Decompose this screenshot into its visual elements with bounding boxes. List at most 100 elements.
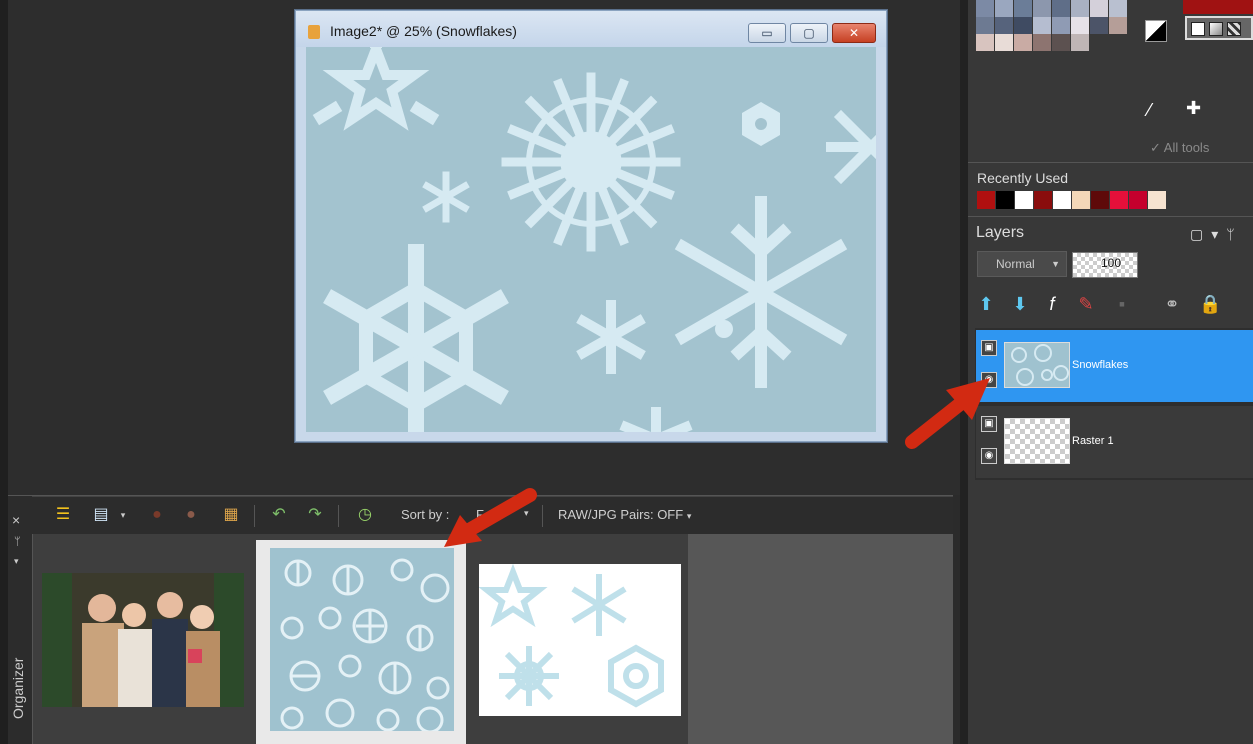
organizer-label[interactable]: Organizer	[10, 639, 26, 719]
recent-color-swatch[interactable]	[1129, 191, 1147, 209]
recent-color-swatch[interactable]	[1148, 191, 1166, 209]
annotation-arrow-layer	[905, 378, 990, 449]
image-window-titlebar[interactable]: Image2* @ 25% (Snowflakes) ▭ ▢ ✕	[296, 11, 886, 47]
divider	[338, 505, 339, 527]
organizer-side-tab: × ᛘ ▾ Organizer	[8, 496, 32, 744]
snowflakes-thumbnail[interactable]	[270, 548, 454, 731]
solid-icon	[1191, 22, 1205, 36]
palette-swatch[interactable]	[995, 0, 1013, 17]
recently-used-label: Recently Used	[977, 170, 1069, 186]
link-icon[interactable]: ⚭	[1161, 291, 1183, 317]
recent-color-swatch[interactable]	[1091, 191, 1109, 209]
rotate-right-icon[interactable]: ↷	[304, 504, 326, 526]
palette-swatch[interactable]	[1071, 0, 1089, 17]
time-machine-icon[interactable]: ◷	[354, 504, 376, 526]
material-selector[interactable]	[1185, 16, 1253, 40]
palette-swatch[interactable]	[1014, 17, 1032, 34]
annotation-arrow-organizer	[444, 488, 537, 547]
blend-mode-value: Normal	[996, 257, 1035, 271]
palette-swatch[interactable]	[1014, 0, 1032, 17]
maximize-button[interactable]: ▢	[790, 23, 828, 43]
palette-swatch[interactable]	[1109, 17, 1127, 34]
all-tools-label: All tools	[1163, 140, 1210, 155]
palette-swatch[interactable]	[1109, 0, 1127, 17]
palette-swatch[interactable]	[1033, 0, 1051, 17]
palette-swatch[interactable]	[1052, 0, 1070, 17]
add-icon[interactable]: ✚	[1186, 98, 1201, 119]
image-window[interactable]: Image2* @ 25% (Snowflakes) ▭ ▢ ✕	[295, 10, 887, 442]
layers-panel-controls[interactable]: ▢▾ᛘ	[1190, 226, 1243, 243]
layer-name: Snowflakes	[1072, 359, 1129, 371]
image-canvas[interactable]	[306, 47, 876, 432]
chevron-down-icon[interactable]: ▾	[14, 556, 19, 567]
chevron-down-icon[interactable]: ▾	[112, 504, 134, 526]
palette-swatch[interactable]	[976, 17, 994, 34]
details-view-icon[interactable]: ▤	[90, 504, 112, 526]
gradient-icon	[1209, 22, 1223, 36]
close-icon: ✕	[848, 26, 860, 40]
swap-colors-icon[interactable]	[1145, 20, 1167, 42]
layer-thumbnail	[1004, 342, 1070, 388]
move-layer-down-icon[interactable]: ⬇	[1009, 291, 1031, 317]
palette-swatch[interactable]	[976, 34, 994, 51]
print-icon[interactable]: ▦	[220, 504, 242, 526]
app-icon	[308, 25, 320, 39]
recent-color-swatch[interactable]	[1053, 191, 1071, 209]
layer-name: Raster 1	[1072, 435, 1114, 447]
recent-color-swatch[interactable]	[977, 191, 995, 209]
blend-mode-select[interactable]: Normal ▼	[977, 251, 1067, 277]
palette-swatch[interactable]	[995, 34, 1013, 51]
family-photo-thumbnail[interactable]	[42, 573, 244, 707]
move-layer-up-icon[interactable]: ⬆	[975, 291, 997, 317]
palette-swatch[interactable]	[1052, 34, 1070, 51]
palette-swatch[interactable]	[1090, 0, 1108, 17]
palette-swatch[interactable]	[1033, 17, 1051, 34]
recent-color-swatch[interactable]	[1072, 191, 1090, 209]
divider	[968, 162, 1253, 163]
palette-swatch[interactable]	[1014, 34, 1032, 51]
opacity-field[interactable]: 100	[1072, 252, 1138, 278]
divider	[254, 505, 255, 527]
palette-swatch[interactable]	[1052, 17, 1070, 34]
untag-icon[interactable]: ●	[180, 504, 202, 526]
divider	[968, 216, 1253, 217]
layer-row[interactable]: ▣ ◉ Raster 1	[976, 406, 1253, 478]
minimize-icon: ▭	[761, 26, 773, 40]
snowflake-shapes-thumbnail[interactable]	[479, 564, 681, 716]
palette-swatch[interactable]	[995, 17, 1013, 34]
all-tools-checkbox[interactable]: ✓ All tools	[1150, 140, 1209, 156]
palette-swatch[interactable]	[976, 0, 994, 17]
minimize-button[interactable]: ▭	[748, 23, 786, 43]
close-button[interactable]: ✕	[832, 23, 876, 43]
raw-jpg-pairs-toggle[interactable]: RAW/JPG Pairs: OFF ▾	[558, 507, 691, 522]
recent-color-swatch[interactable]	[996, 191, 1014, 209]
layer-type-icon: ▣	[981, 340, 997, 356]
layers-title: Layers	[976, 224, 1025, 241]
tag-icon[interactable]: ●	[146, 504, 168, 526]
palette-swatch[interactable]	[1071, 17, 1089, 34]
pin-icon[interactable]: ᛘ	[14, 536, 21, 548]
foreground-color[interactable]	[1183, 0, 1253, 14]
snowflake-artwork	[312, 47, 876, 432]
layer-brush-icon[interactable]: ✎	[1075, 291, 1097, 317]
rotate-left-icon[interactable]: ↶	[268, 504, 290, 526]
recent-color-swatch[interactable]	[1015, 191, 1033, 209]
layer-row[interactable]: ▣ ◉ Snowflakes	[976, 330, 1253, 402]
palette-swatch[interactable]	[1033, 34, 1051, 51]
recent-color-swatch[interactable]	[1110, 191, 1128, 209]
recent-color-swatch[interactable]	[1034, 191, 1052, 209]
pattern-icon	[1227, 22, 1241, 36]
mask-icon[interactable]: ▪	[1111, 291, 1133, 317]
layer-styles-icon[interactable]: f	[1041, 291, 1063, 317]
palette-swatch[interactable]	[1090, 17, 1108, 34]
raw-jpg-pairs-label: RAW/JPG Pairs: OFF	[558, 507, 684, 522]
dropper-icon[interactable]: ⁄	[1148, 100, 1151, 121]
divider	[542, 505, 543, 527]
thumbnail-view-icon[interactable]: ☰	[52, 504, 74, 526]
lock-icon[interactable]: 🔒	[1199, 291, 1221, 317]
maximize-icon: ▢	[803, 26, 815, 40]
chevron-down-icon: ▾	[686, 511, 692, 521]
close-icon[interactable]: ×	[12, 512, 20, 528]
palette-swatch[interactable]	[1071, 34, 1089, 51]
layer-thumbnail	[1004, 418, 1070, 464]
